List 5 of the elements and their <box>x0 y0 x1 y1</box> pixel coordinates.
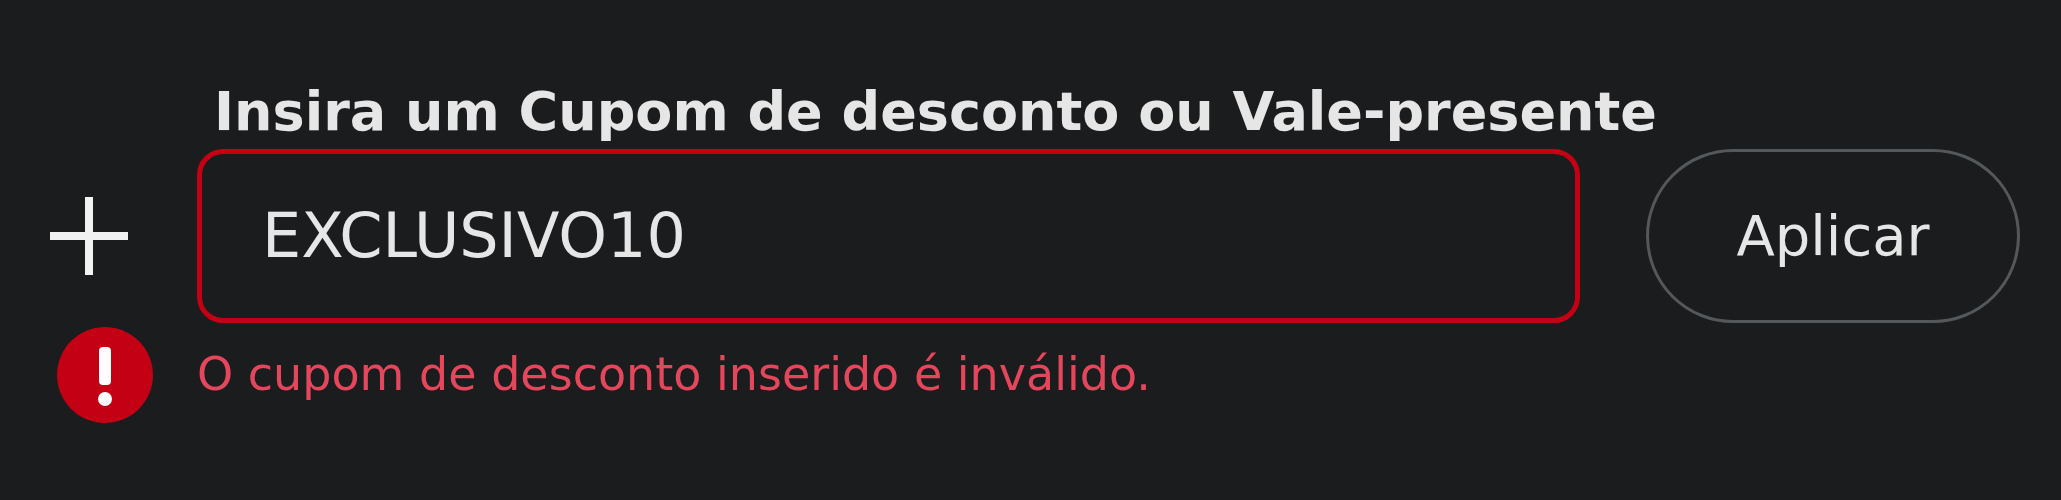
error-icon <box>55 324 155 425</box>
coupon-input-field[interactable]: EXCLUSIVO10 <box>197 148 1580 323</box>
error-message: O cupom de desconto inserido é inválido. <box>197 346 1151 404</box>
apply-button[interactable]: Aplicar <box>1646 148 2020 323</box>
field-label: Insira um Cupom de desconto ou Vale-presente <box>214 80 1658 145</box>
